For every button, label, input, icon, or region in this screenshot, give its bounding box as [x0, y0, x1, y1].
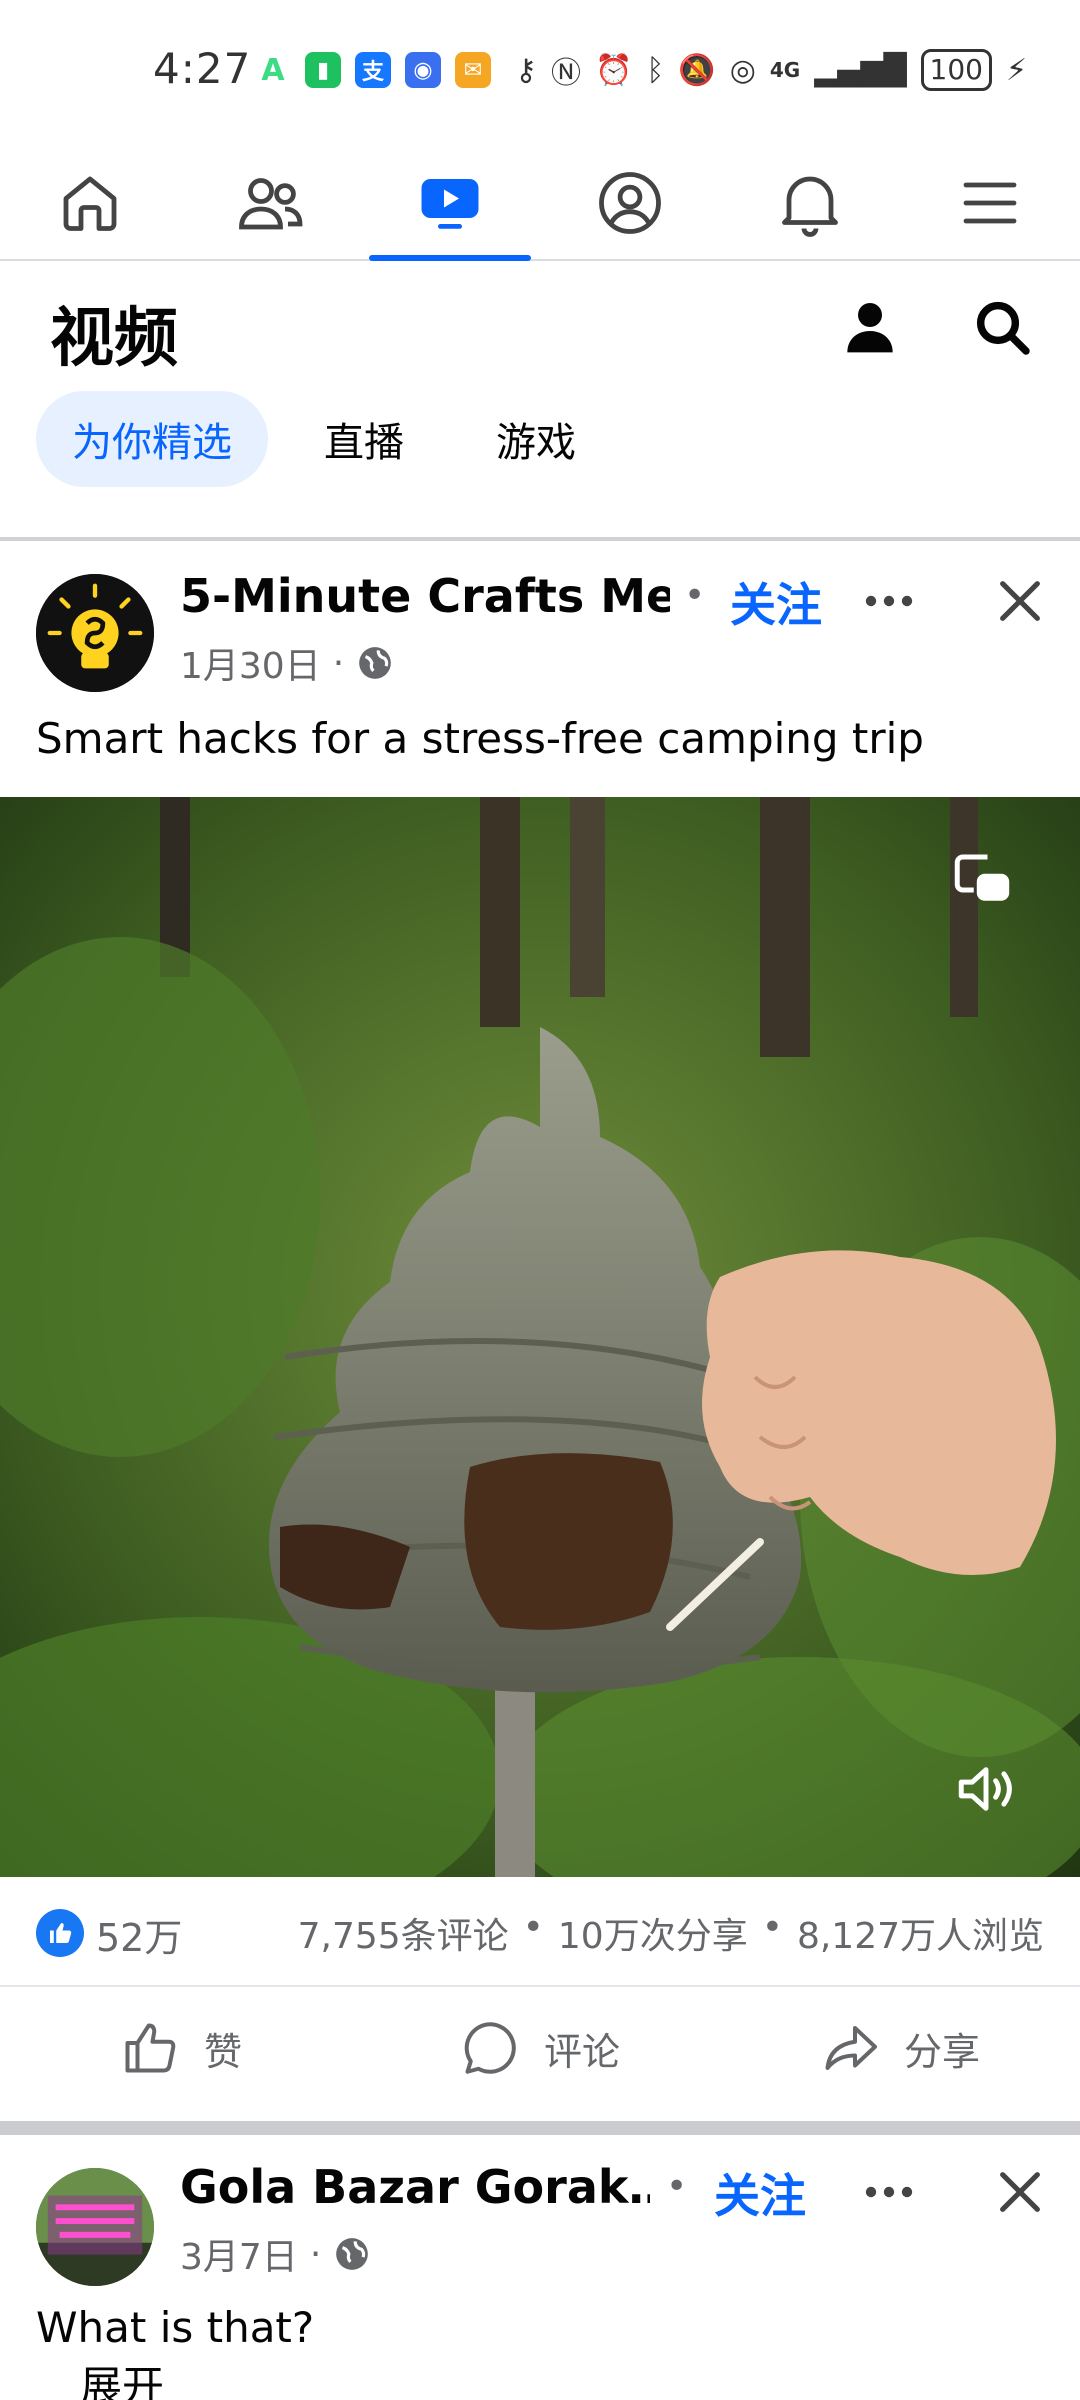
hide-post-button[interactable] [990, 2162, 1050, 2222]
comment-button[interactable]: 评论 [460, 1987, 620, 2109]
more-options-button[interactable] [854, 2167, 924, 2217]
nav-menu[interactable] [909, 145, 1071, 261]
status-app-icons: A ▮ 支 ◉ ✉ [255, 52, 491, 88]
alarm-icon: ⏰ [594, 52, 633, 88]
post-date: 3月7日 [180, 2237, 298, 2278]
nav-video[interactable] [369, 145, 531, 261]
like-button[interactable]: 赞 [120, 1987, 242, 2109]
pip-button[interactable] [942, 839, 1022, 919]
network-type: 4G [769, 58, 801, 82]
nav-friends[interactable] [189, 145, 351, 261]
lightbulb-logo-icon [36, 574, 154, 692]
nfc-icon: Ⓝ [550, 56, 581, 91]
post-stats: 52万 7,755条评论 • 10万次分享 • 8,127万人浏览 [0, 1877, 1080, 1987]
chip-live[interactable]: 直播 [288, 391, 440, 487]
views-count: 8,127万人浏览 [796, 1916, 1044, 1957]
hamburger-menu-icon [963, 182, 1017, 224]
search-button[interactable] [966, 291, 1038, 363]
like-icon [125, 2023, 176, 2073]
profile-icon [599, 172, 661, 234]
separator-dot: • [666, 2166, 688, 2207]
video-frame [0, 797, 1080, 1877]
separator-dot: • [684, 575, 706, 616]
bluetooth-icon: ᛒ [646, 52, 665, 88]
post-actions: 赞 评论 分享 [0, 1987, 1080, 2109]
nav-notifications[interactable] [729, 145, 891, 261]
post-caption: What is that? [36, 2303, 315, 2352]
status-indicators: ⚷ Ⓝ ⏰ ᛒ 🔕 ◎ 4G ▂▄▆█ 100 ⚡ [515, 48, 1027, 92]
key-icon: ⚷ [515, 52, 537, 88]
video-player[interactable] [0, 797, 1080, 1877]
filter-chips: 为你精选 直播 游戏 [36, 391, 612, 487]
engagement-stats: 7,755条评论 • 10万次分享 • 8,127万人浏览 [298, 1907, 1044, 1959]
page-title: 视频 [50, 302, 178, 376]
charging-icon: ⚡ [1005, 52, 1028, 88]
status-time: 4:27 [153, 44, 252, 93]
top-navigation [0, 145, 1080, 261]
post-author-name[interactable]: 5-Minute Crafts Men [180, 569, 670, 623]
friends-icon [239, 178, 303, 230]
expand-link[interactable]: 展开 [80, 2353, 164, 2400]
search-icon [976, 301, 1030, 355]
stat-separator: • [761, 1907, 783, 1948]
person-icon [847, 303, 893, 353]
bell-icon [782, 176, 838, 237]
video-header: 视频 为你精选 直播 游戏 [0, 261, 1080, 531]
battery-level: 100 [920, 49, 992, 91]
globe-icon [336, 2238, 369, 2270]
more-horizontal-icon [865, 595, 913, 607]
post-meta: 3月7日 · [180, 2228, 371, 2280]
video-post: Gola Bazar Gorak… • 关注 3月7日 · What is th… [0, 2135, 1080, 2400]
video-icon [421, 179, 479, 229]
globe-icon [359, 647, 392, 679]
share-label: 分享 [904, 2029, 981, 2074]
nav-profile[interactable] [549, 145, 711, 261]
picture-in-picture-icon [954, 854, 1010, 901]
speaker-icon [958, 1767, 1012, 1811]
meta-dot: · [332, 642, 345, 684]
hotspot-icon: ◎ [729, 52, 756, 88]
app-notification-icon: ◉ [405, 52, 441, 88]
app-notification-icon: A [261, 52, 285, 88]
comment-icon [464, 2022, 516, 2074]
chip-gaming[interactable]: 游戏 [460, 391, 612, 487]
home-icon [63, 176, 117, 231]
follow-button[interactable]: 关注 [714, 2160, 806, 2226]
app-notification-icon: ▮ [305, 52, 341, 88]
follow-button[interactable]: 关注 [730, 569, 822, 635]
alipay-icon: 支 [355, 52, 391, 88]
more-horizontal-icon [865, 2186, 913, 2198]
meta-dot: · [309, 2233, 322, 2275]
nav-home[interactable] [9, 145, 171, 261]
author-avatar[interactable] [36, 2168, 154, 2286]
likes-count[interactable]: 52万 [96, 1907, 182, 1962]
mute-toggle-button[interactable] [946, 1749, 1026, 1829]
close-icon [1000, 581, 1040, 621]
status-bar: 4:27 A ▮ 支 ◉ ✉ ⚷ Ⓝ ⏰ ᛒ 🔕 ◎ 4G ▂▄▆█ 100 ⚡ [0, 0, 1080, 145]
thumbs-up-icon [50, 1923, 72, 1943]
like-reaction-badge[interactable] [36, 1909, 84, 1957]
author-avatar[interactable] [36, 574, 154, 692]
signal-icon: ▂▄▆█ [814, 52, 907, 88]
share-button[interactable]: 分享 [820, 1987, 980, 2109]
close-icon [1000, 2172, 1040, 2212]
hide-post-button[interactable] [990, 571, 1050, 631]
post-caption: Smart hacks for a stress-free camping tr… [36, 714, 924, 763]
post-author-name[interactable]: Gola Bazar Gorak… [180, 2160, 650, 2214]
post-meta: 1月30日 · [180, 637, 394, 689]
stat-separator: • [522, 1907, 544, 1948]
page-avatar-image [36, 2168, 154, 2286]
shares-count[interactable]: 10万次分享 [558, 1907, 748, 1959]
like-label: 赞 [204, 2029, 243, 2074]
post-date: 1月30日 [180, 646, 321, 687]
mute-icon: 🔕 [678, 52, 716, 88]
comments-count[interactable]: 7,755条评论 [298, 1907, 509, 1959]
mail-icon: ✉ [455, 52, 491, 88]
more-options-button[interactable] [854, 576, 924, 626]
video-profile-button[interactable] [834, 291, 906, 363]
post-divider [0, 2121, 1080, 2135]
chip-for-you[interactable]: 为你精选 [36, 391, 268, 487]
comment-label: 评论 [544, 2029, 621, 2074]
share-icon [825, 2026, 877, 2070]
